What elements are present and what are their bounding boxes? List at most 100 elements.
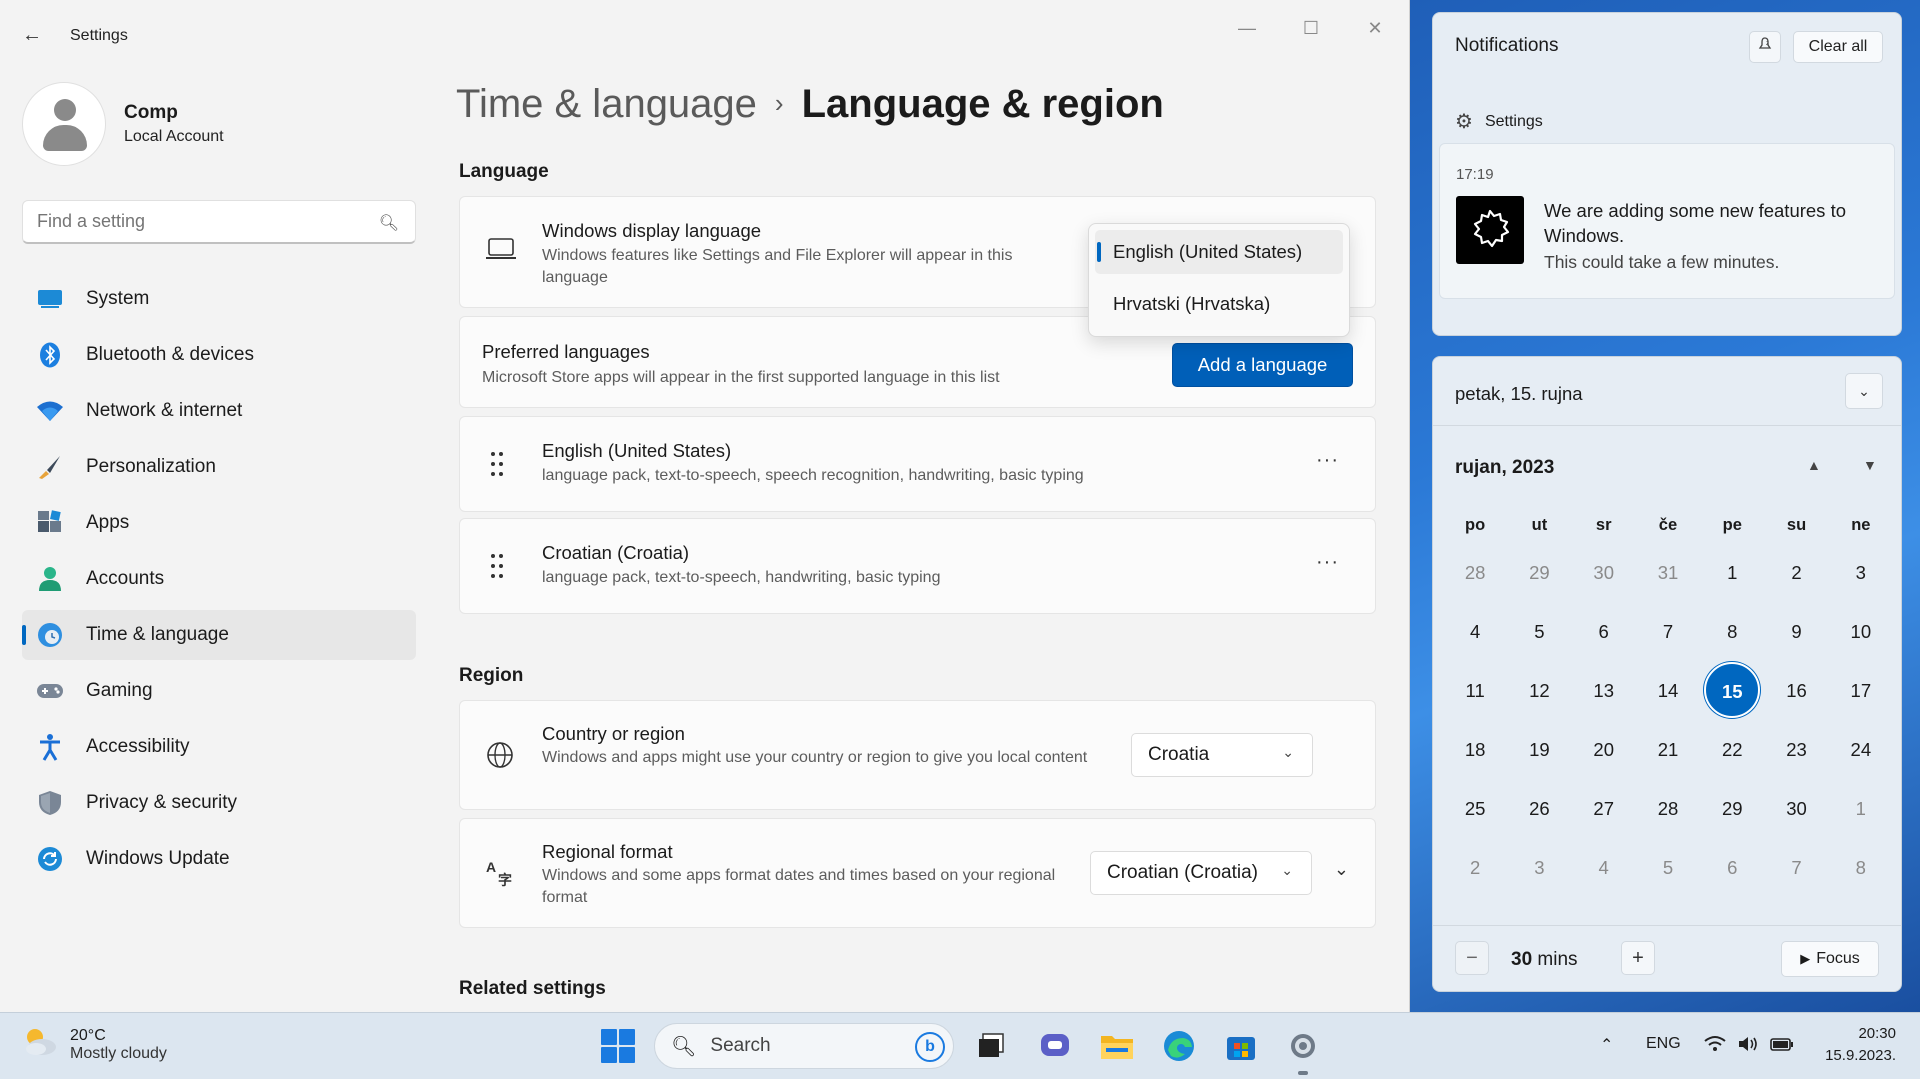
calendar-day[interactable]: 7 xyxy=(1636,602,1700,661)
calendar-day[interactable]: 8 xyxy=(1829,838,1893,897)
sidebar-item-time-language[interactable]: Time & language xyxy=(22,610,416,660)
collapse-chevron-icon[interactable]: ⌄ xyxy=(1845,373,1883,409)
calendar-day[interactable]: 17 xyxy=(1829,661,1893,720)
calendar-day[interactable]: 21 xyxy=(1636,720,1700,779)
calendar-day[interactable]: 24 xyxy=(1829,720,1893,779)
calendar-day[interactable]: 11 xyxy=(1443,661,1507,720)
calendar-day[interactable]: 8 xyxy=(1700,602,1764,661)
clear-all-button[interactable]: Clear all xyxy=(1793,31,1883,63)
calendar-day[interactable]: 27 xyxy=(1572,779,1636,838)
calendar-day[interactable]: 7 xyxy=(1764,838,1828,897)
dropdown-option-english[interactable]: English (United States) xyxy=(1095,230,1343,274)
calendar-day[interactable]: 4 xyxy=(1443,602,1507,661)
calendar-day[interactable]: 16 xyxy=(1764,661,1828,720)
calendar-day[interactable]: 28 xyxy=(1443,543,1507,602)
maximize-button[interactable]: ☐ xyxy=(1288,14,1334,42)
calendar-day[interactable]: 30 xyxy=(1764,779,1828,838)
settings-gear-icon[interactable] xyxy=(1284,1027,1322,1065)
taskbar-search[interactable]: 🔍︎ Search b xyxy=(654,1023,954,1069)
microsoft-store-icon[interactable] xyxy=(1222,1027,1260,1065)
calendar-day[interactable]: 3 xyxy=(1829,543,1893,602)
calendar-day[interactable]: 6 xyxy=(1572,602,1636,661)
calendar-day[interactable]: 30 xyxy=(1572,543,1636,602)
drag-handle-icon[interactable] xyxy=(490,553,504,579)
taskbar-clock[interactable]: 20:30 15.9.2023. xyxy=(1810,1023,1896,1067)
settings-search[interactable]: 🔍︎ xyxy=(22,200,416,244)
search-input[interactable] xyxy=(37,211,367,232)
sidebar-item-bluetooth[interactable]: Bluetooth & devices xyxy=(22,330,416,380)
sidebar-item-windows-update[interactable]: Windows Update xyxy=(22,834,416,884)
language-item-card[interactable]: Croatian (Croatia) language pack, text-t… xyxy=(459,518,1376,614)
focus-button[interactable]: ▶ Focus xyxy=(1781,941,1879,977)
calendar-day[interactable]: 25 xyxy=(1443,779,1507,838)
previous-month-icon[interactable]: ▲ xyxy=(1807,457,1821,473)
do-not-disturb-button[interactable]: z xyxy=(1749,31,1781,63)
calendar-day[interactable]: 13 xyxy=(1572,661,1636,720)
file-explorer-icon[interactable] xyxy=(1098,1027,1136,1065)
calendar-day[interactable]: 29 xyxy=(1507,543,1571,602)
notification-card[interactable]: 17:19 We are adding some new features to… xyxy=(1439,143,1895,299)
language-item-card[interactable]: English (United States) language pack, t… xyxy=(459,416,1376,512)
expand-chevron-icon[interactable]: ⌄ xyxy=(1334,859,1349,880)
calendar-day[interactable]: 26 xyxy=(1507,779,1571,838)
minimize-button[interactable]: — xyxy=(1224,14,1270,42)
sidebar-item-privacy[interactable]: Privacy & security xyxy=(22,778,416,828)
weather-widget[interactable]: 20°C Mostly cloudy xyxy=(22,1025,167,1065)
next-month-icon[interactable]: ▼ xyxy=(1863,457,1877,473)
calendar-day[interactable]: 9 xyxy=(1764,602,1828,661)
show-hidden-icons[interactable]: ⌃ xyxy=(1600,1035,1613,1055)
country-select[interactable]: Croatia ⌄ xyxy=(1131,733,1313,777)
user-profile[interactable]: Comp Local Account xyxy=(22,82,362,168)
wifi-icon[interactable] xyxy=(1704,1035,1726,1058)
calendar-day[interactable]: 5 xyxy=(1636,838,1700,897)
sidebar-item-gaming[interactable]: Gaming xyxy=(22,666,416,716)
battery-icon[interactable] xyxy=(1770,1035,1794,1058)
focus-decrease-button[interactable]: − xyxy=(1455,941,1489,975)
edge-browser-icon[interactable] xyxy=(1160,1027,1198,1065)
add-language-button[interactable]: Add a language xyxy=(1172,343,1353,387)
breadcrumb-parent[interactable]: Time & language xyxy=(456,82,757,126)
calendar-day[interactable]: 22 xyxy=(1700,720,1764,779)
chat-icon[interactable] xyxy=(1036,1027,1074,1065)
display-language-dropdown[interactable]: English (United States) Hrvatski (Hrvats… xyxy=(1088,223,1350,337)
regional-format-select[interactable]: Croatian (Croatia) ⌄ xyxy=(1090,851,1312,895)
more-options-button[interactable]: ··· xyxy=(1316,449,1339,472)
task-view-icon[interactable] xyxy=(972,1027,1010,1065)
calendar-day[interactable]: 14 xyxy=(1636,661,1700,720)
calendar-day[interactable]: 2 xyxy=(1443,838,1507,897)
sidebar-item-network[interactable]: Network & internet xyxy=(22,386,416,436)
calendar-day[interactable]: 23 xyxy=(1764,720,1828,779)
sidebar-item-personalization[interactable]: Personalization xyxy=(22,442,416,492)
calendar-day[interactable]: 28 xyxy=(1636,779,1700,838)
calendar-day[interactable]: 4 xyxy=(1572,838,1636,897)
focus-increase-button[interactable]: + xyxy=(1621,941,1655,975)
calendar-month-label[interactable]: rujan, 2023 xyxy=(1455,457,1554,479)
calendar-day[interactable]: 10 xyxy=(1829,602,1893,661)
calendar-day-today[interactable]: 15 xyxy=(1700,661,1764,720)
sidebar-item-system[interactable]: System xyxy=(22,274,416,324)
bing-icon[interactable]: b xyxy=(915,1032,945,1062)
calendar-day[interactable]: 5 xyxy=(1507,602,1571,661)
sidebar-item-accessibility[interactable]: Accessibility xyxy=(22,722,416,772)
back-button[interactable]: ← xyxy=(22,24,46,46)
sidebar-item-apps[interactable]: Apps xyxy=(22,498,416,548)
sidebar-item-accounts[interactable]: Accounts xyxy=(22,554,416,604)
dropdown-option-croatian[interactable]: Hrvatski (Hrvatska) xyxy=(1095,282,1343,326)
calendar-day[interactable]: 20 xyxy=(1572,720,1636,779)
calendar-day[interactable]: 1 xyxy=(1829,779,1893,838)
calendar-day[interactable]: 6 xyxy=(1700,838,1764,897)
calendar-day[interactable]: 31 xyxy=(1636,543,1700,602)
volume-icon[interactable] xyxy=(1738,1035,1760,1058)
calendar-day[interactable]: 2 xyxy=(1764,543,1828,602)
calendar-day[interactable]: 19 xyxy=(1507,720,1571,779)
drag-handle-icon[interactable] xyxy=(490,451,504,477)
start-button[interactable] xyxy=(601,1029,635,1063)
calendar-day[interactable]: 1 xyxy=(1700,543,1764,602)
input-language-indicator[interactable]: ENG xyxy=(1646,1035,1681,1053)
calendar-day[interactable]: 12 xyxy=(1507,661,1571,720)
calendar-day[interactable]: 3 xyxy=(1507,838,1571,897)
calendar-day[interactable]: 18 xyxy=(1443,720,1507,779)
close-button[interactable]: ✕ xyxy=(1352,14,1398,42)
more-options-button[interactable]: ··· xyxy=(1316,551,1339,574)
calendar-day[interactable]: 29 xyxy=(1700,779,1764,838)
